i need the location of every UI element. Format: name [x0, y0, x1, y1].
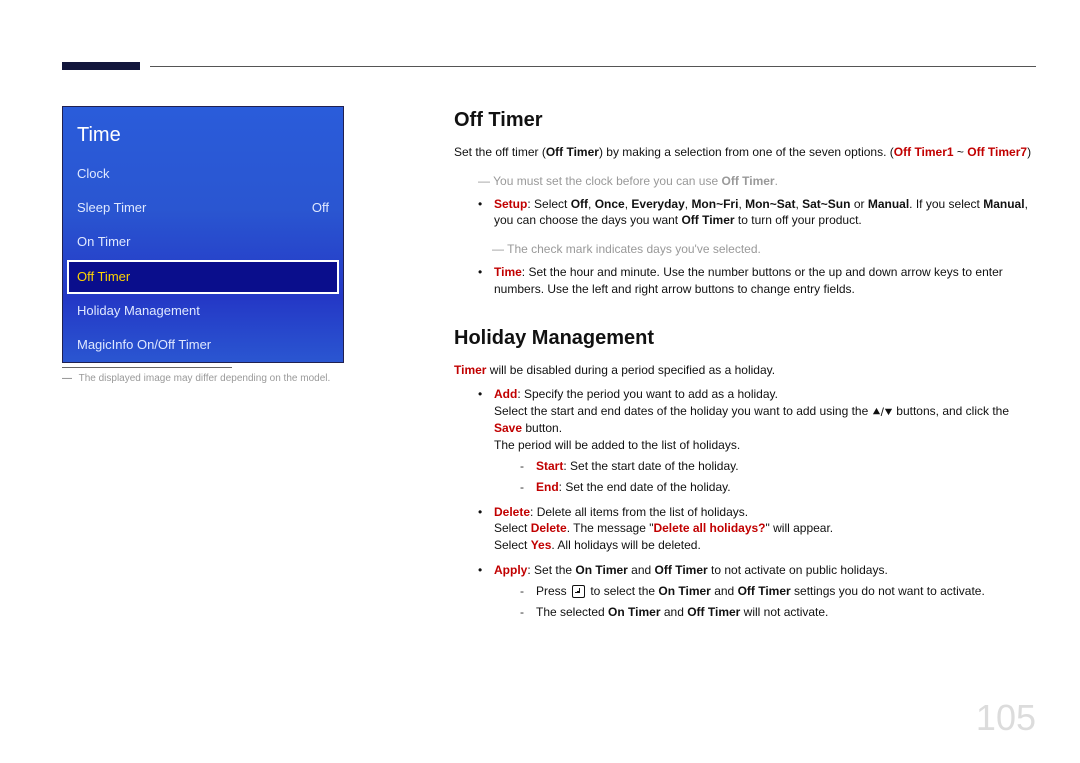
- time-menu-panel: Time Clock Sleep Timer Off On Timer Off …: [62, 106, 344, 363]
- panel-title: Time: [63, 107, 343, 157]
- menu-item-label: Off Timer: [77, 268, 130, 286]
- header-accent-bar: [62, 62, 140, 70]
- holiday-apply-sub1: Press to select the On Timer and Off Tim…: [514, 583, 1036, 600]
- off-timer-time-bullet: Time: Set the hour and minute. Use the n…: [478, 264, 1036, 298]
- up-down-arrows-icon: /: [872, 404, 893, 421]
- note-dash: ―: [62, 373, 72, 384]
- page-number: 105: [976, 693, 1036, 743]
- holiday-add-bullet: Add: Specify the period you want to add …: [478, 386, 1036, 495]
- menu-item-sleep-timer[interactable]: Sleep Timer Off: [63, 191, 343, 225]
- menu-item-on-timer[interactable]: On Timer: [63, 225, 343, 259]
- menu-item-label: Clock: [77, 165, 110, 183]
- menu-item-value: Off: [312, 199, 329, 217]
- menu-item-off-timer[interactable]: Off Timer: [67, 260, 339, 294]
- menu-item-holiday-management[interactable]: Holiday Management: [63, 294, 343, 328]
- menu-item-clock[interactable]: Clock: [63, 157, 343, 191]
- holiday-start-subbullet: Start: Set the start date of the holiday…: [514, 458, 1036, 475]
- off-timer-clock-note: ― You must set the clock before you can …: [478, 173, 1036, 190]
- off-timer-setup-bullet: Setup: Select Off, Once, Everyday, Mon~F…: [478, 196, 1036, 230]
- menu-item-label: Holiday Management: [77, 302, 200, 320]
- menu-item-label: Sleep Timer: [77, 199, 146, 217]
- holiday-intro: Timer will be disabled during a period s…: [454, 362, 1036, 379]
- holiday-apply-bullet: Apply: Set the On Timer and Off Timer to…: [478, 562, 1036, 620]
- enter-button-icon: [572, 585, 585, 598]
- off-timer-intro: Set the off timer (Off Timer) by making …: [454, 144, 1036, 161]
- holiday-management-heading: Holiday Management: [454, 324, 1036, 352]
- off-timer-checkmark-note: ― The check mark indicates days you've s…: [492, 241, 1036, 258]
- header-rule: [150, 66, 1036, 67]
- menu-item-label: On Timer: [77, 233, 130, 251]
- menu-item-label: MagicInfo On/Off Timer: [77, 336, 211, 354]
- note-text: The displayed image may differ depending…: [79, 373, 331, 384]
- menu-item-magicinfo-timer[interactable]: MagicInfo On/Off Timer: [63, 328, 343, 362]
- image-disclaimer-note: ― The displayed image may differ dependi…: [62, 367, 360, 386]
- holiday-apply-sub2: The selected On Timer and Off Timer will…: [514, 604, 1036, 621]
- holiday-end-subbullet: End: Set the end date of the holiday.: [514, 479, 1036, 496]
- holiday-delete-bullet: Delete: Delete all items from the list o…: [478, 504, 1036, 554]
- off-timer-heading: Off Timer: [454, 106, 1036, 134]
- page-content: Off Timer Set the off timer (Off Timer) …: [454, 98, 1036, 628]
